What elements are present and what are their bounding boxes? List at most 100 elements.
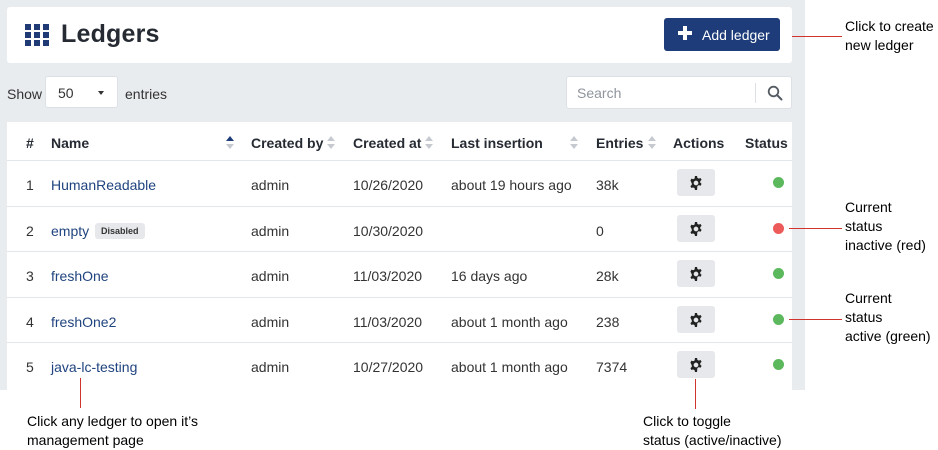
toggle-status-button[interactable] <box>677 169 715 196</box>
created-at-cell: 11/03/2020 <box>353 268 423 284</box>
created-by-cell: admin <box>251 268 290 284</box>
annotation-line: Click to create <box>845 18 934 34</box>
status-indicator-active <box>773 177 784 188</box>
table-row: 2 empty Disabled admin 10/30/2020 0 <box>7 205 792 252</box>
table-row: 3 freshOne admin 11/03/2020 16 days ago … <box>7 251 792 297</box>
row-number: 1 <box>26 177 34 193</box>
toggle-status-button[interactable] <box>677 351 715 378</box>
created-at-cell: 10/26/2020 <box>353 177 424 193</box>
entries-cell: 7374 <box>596 359 628 375</box>
toggle-status-button[interactable] <box>677 260 715 287</box>
annotation-line: status (active/inactive) <box>643 432 782 448</box>
annotation-toggle-status: Click to toggle status (active/inactive) <box>643 412 782 450</box>
plus-icon <box>678 26 692 40</box>
entries-cell: 238 <box>596 313 620 330</box>
annotation-open-ledger: Click any ledger to open it’s management… <box>27 412 198 450</box>
entries-cell: 0 <box>596 222 604 239</box>
grid-icon <box>25 24 49 46</box>
sort-icon[interactable] <box>226 136 234 150</box>
gear-icon <box>690 221 702 236</box>
annotation-line: Current <box>845 290 892 306</box>
last-insertion-cell: 16 days ago <box>451 268 528 284</box>
table-row: 4 freshOne2 admin 11/03/2020 about 1 mon… <box>7 296 792 343</box>
add-ledger-label: Add ledger <box>702 27 770 43</box>
page-title: Ledgers <box>61 20 160 48</box>
column-header-status: Status <box>745 135 788 151</box>
annotation-add-ledger: Click to create new ledger <box>845 17 934 55</box>
status-indicator-active <box>773 268 784 279</box>
sort-icon[interactable] <box>570 136 578 150</box>
created-at-cell: 10/27/2020 <box>353 359 424 375</box>
gear-icon <box>690 176 702 190</box>
ledger-name-link[interactable]: freshOne <box>51 268 109 284</box>
annotation-line: management page <box>27 432 144 448</box>
annotation-active-status: Current status active (green) <box>845 289 931 346</box>
ledger-name-link[interactable]: java-lc-testing <box>51 359 137 375</box>
created-at-cell: 10/30/2020 <box>353 222 424 239</box>
entries-cell: 38k <box>596 177 619 193</box>
row-number: 4 <box>26 313 34 330</box>
annotation-line: status <box>845 309 883 325</box>
created-by-cell: admin <box>251 177 290 193</box>
column-header-entries[interactable]: Entries <box>596 135 643 151</box>
row-number: 3 <box>26 268 34 284</box>
annotation-line: new ledger <box>845 37 914 53</box>
entries-label: entries <box>125 86 168 102</box>
callout-line <box>789 228 842 229</box>
add-ledger-button[interactable]: Add ledger <box>664 18 780 51</box>
sort-icon[interactable] <box>425 136 433 150</box>
callout-line <box>792 36 842 37</box>
created-at-cell: 11/03/2020 <box>353 313 423 330</box>
status-indicator-inactive <box>773 222 784 234</box>
gear-icon <box>690 267 702 281</box>
row-number: 5 <box>26 359 34 375</box>
search-input[interactable] <box>577 83 747 103</box>
caret-down-icon <box>98 91 104 95</box>
ledger-name-link[interactable]: empty <box>51 223 89 239</box>
gear-icon <box>690 358 702 372</box>
annotation-line: Click to toggle <box>643 413 731 429</box>
search-divider <box>755 83 756 103</box>
sort-icon[interactable] <box>648 136 656 150</box>
annotation-line: Click any ledger to open it’s <box>27 413 198 429</box>
column-header-created-at[interactable]: Created at <box>353 135 421 151</box>
table-row: 1 HumanReadable admin 10/26/2020 about 1… <box>7 160 792 206</box>
column-header-created-by[interactable]: Created by <box>251 135 323 151</box>
callout-line <box>789 319 842 320</box>
annotation-line: Current <box>845 199 892 215</box>
last-insertion-cell: about 1 month ago <box>451 359 568 375</box>
column-header-name[interactable]: Name <box>51 135 89 151</box>
search-field <box>566 76 792 109</box>
entries-select-value: 50 <box>58 85 74 101</box>
toggle-status-button[interactable] <box>677 214 715 242</box>
search-icon[interactable] <box>767 85 783 101</box>
sort-icon[interactable] <box>327 136 335 150</box>
annotation-line: inactive (red) <box>845 237 926 253</box>
show-label: Show <box>7 86 43 102</box>
ledger-name-link[interactable]: freshOne2 <box>51 314 116 330</box>
callout-line <box>695 379 696 409</box>
table-body: 1 HumanReadable admin 10/26/2020 about 1… <box>7 160 792 388</box>
entries-per-page-select[interactable]: 50 <box>45 76 118 108</box>
disabled-badge: Disabled <box>95 222 145 239</box>
status-indicator-active <box>773 359 784 370</box>
toggle-status-button[interactable] <box>677 305 715 333</box>
annotation-line: active (green) <box>845 328 931 344</box>
callout-line <box>80 378 81 408</box>
ledger-name-link[interactable]: HumanReadable <box>51 177 156 193</box>
app-window: Ledgers Add ledger Show 50 entries # Nam… <box>0 0 805 390</box>
created-by-cell: admin <box>251 313 290 330</box>
column-header-number: # <box>26 135 34 151</box>
column-header-actions: Actions <box>673 135 725 151</box>
annotation-inactive-status: Current status inactive (red) <box>845 198 926 255</box>
created-by-cell: admin <box>251 222 290 239</box>
status-indicator-active <box>773 313 784 325</box>
last-insertion-cell: about 19 hours ago <box>451 177 572 193</box>
row-number: 2 <box>26 222 34 239</box>
entries-cell: 28k <box>596 268 619 284</box>
gear-icon <box>690 312 702 327</box>
created-by-cell: admin <box>251 359 290 375</box>
annotation-line: status <box>845 218 883 234</box>
last-insertion-cell: about 1 month ago <box>451 313 568 330</box>
column-header-last-insertion[interactable]: Last insertion <box>451 135 543 151</box>
